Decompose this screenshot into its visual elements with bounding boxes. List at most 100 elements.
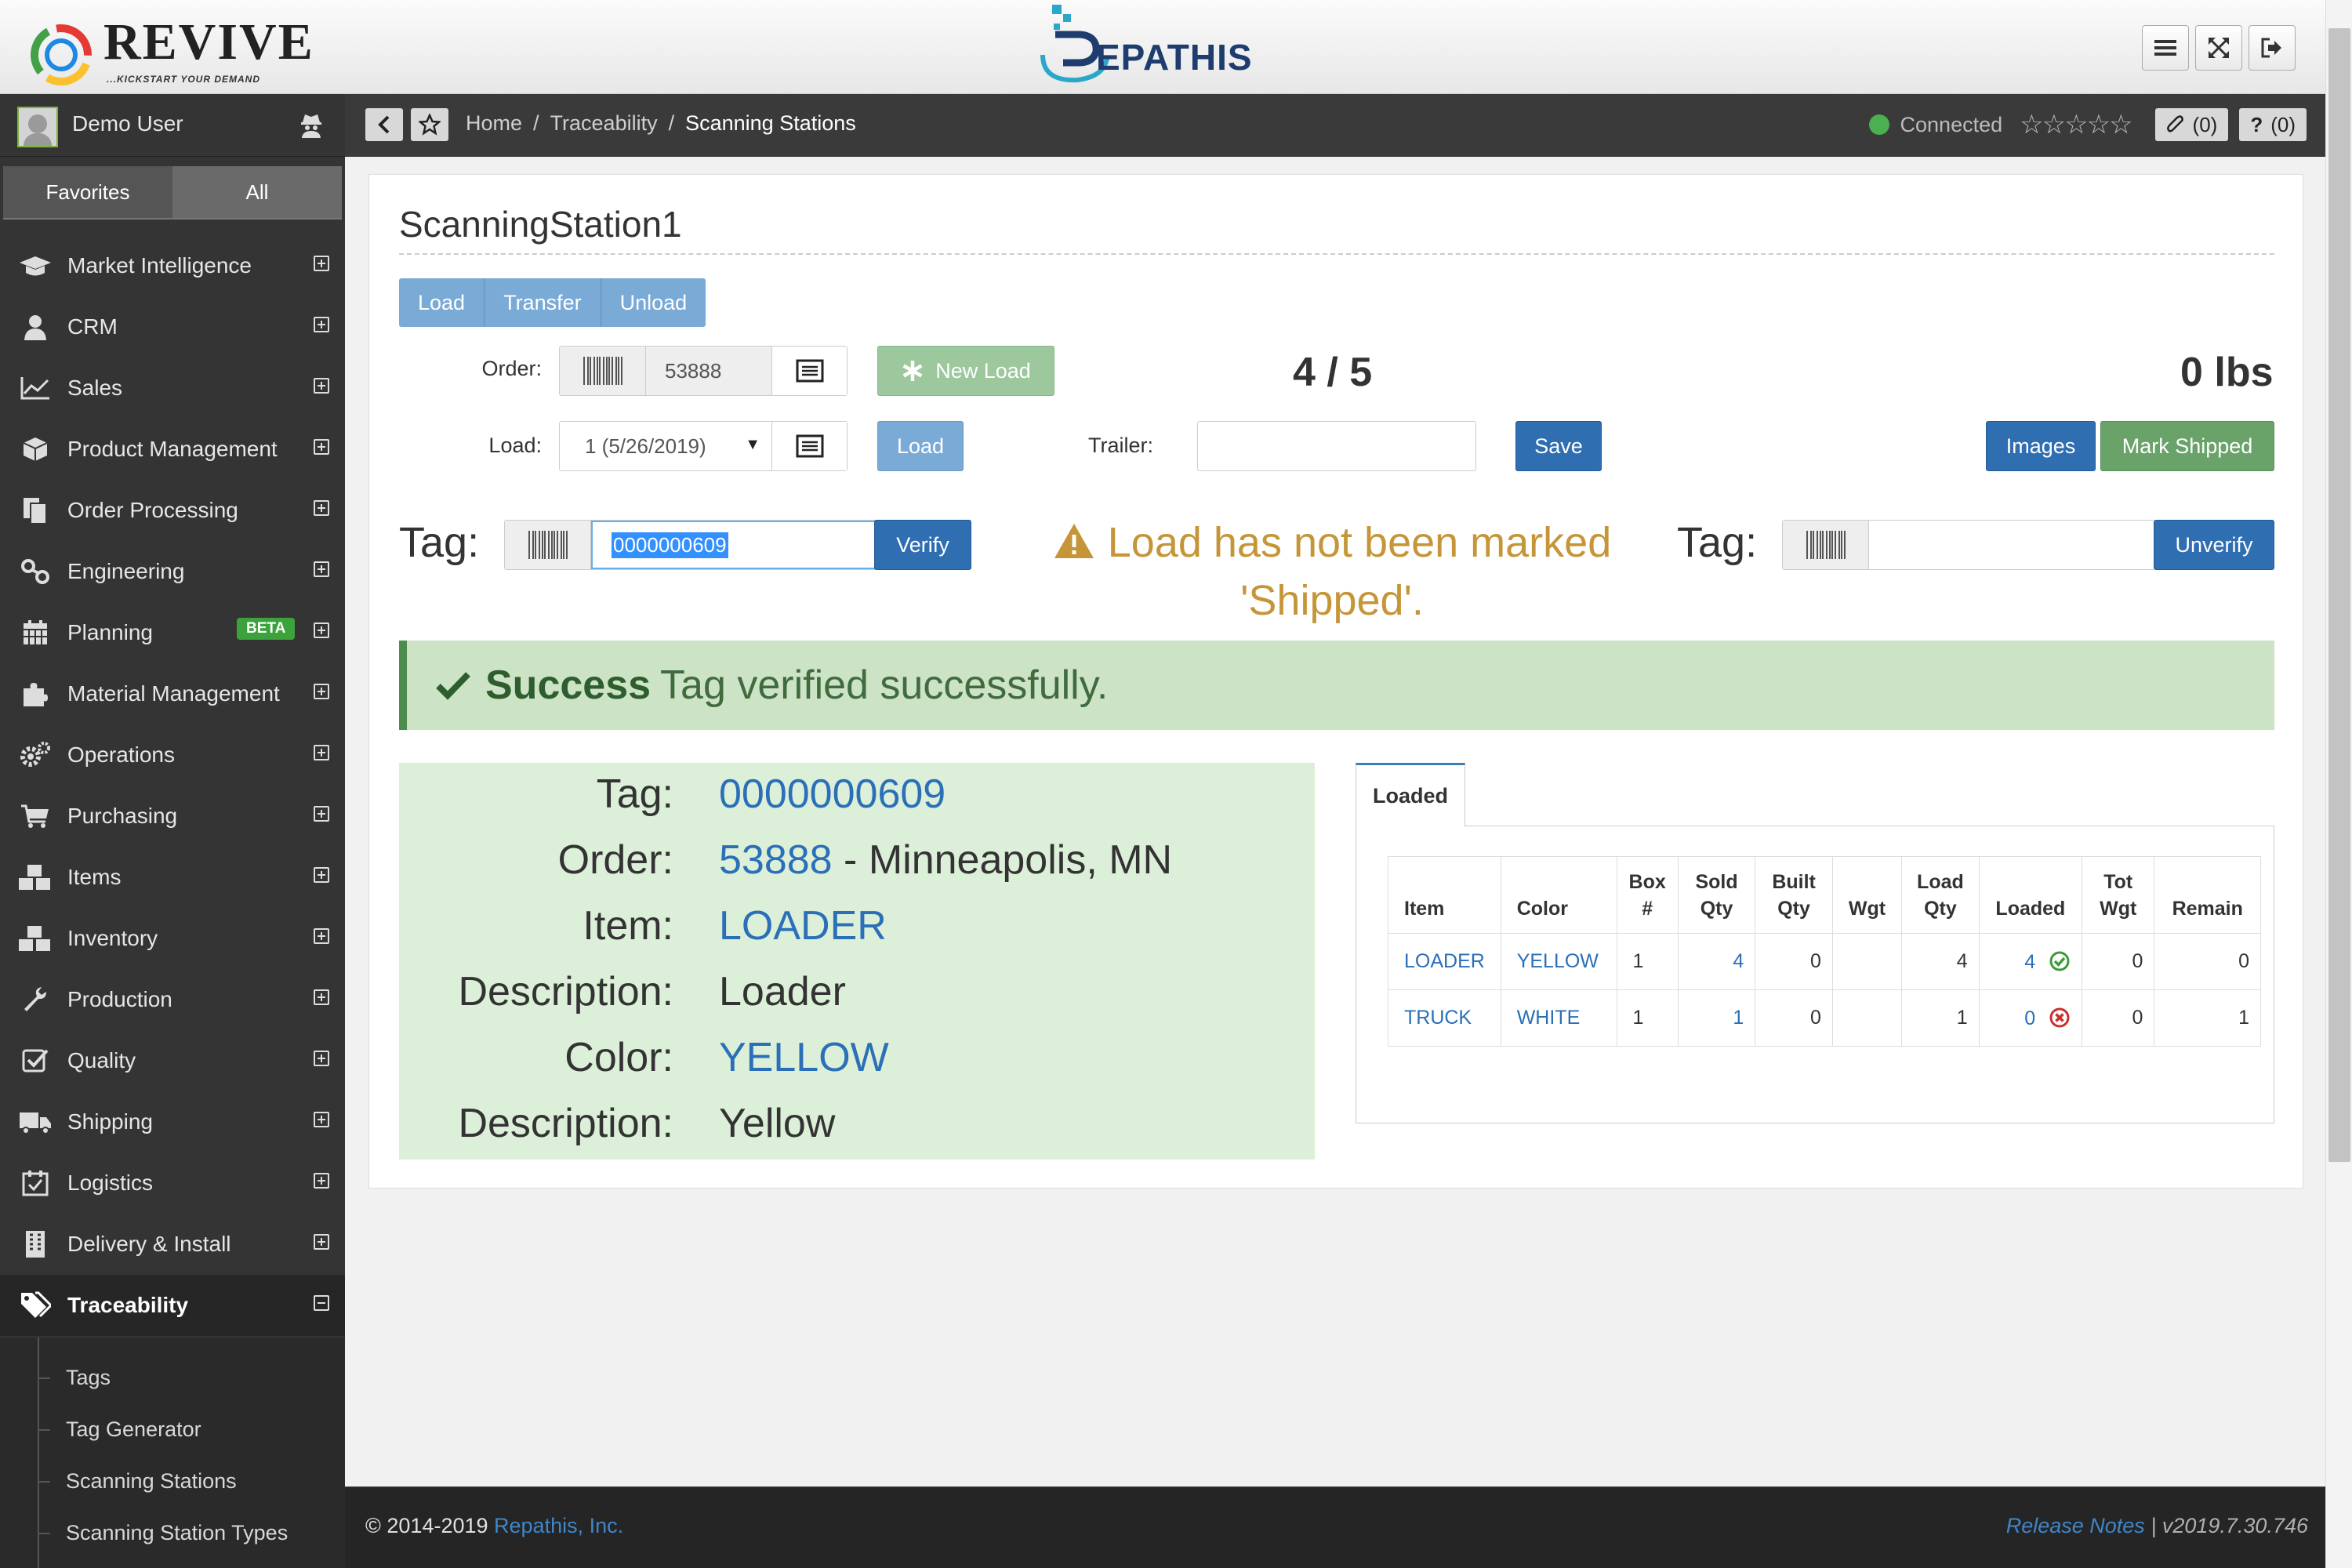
order-field[interactable]: 53888 (646, 347, 771, 395)
sidebar-item-delivery-install[interactable]: Delivery & Install (0, 1214, 345, 1275)
sidebar-item-market-intelligence[interactable]: Market Intelligence (0, 235, 345, 296)
sidebar-item-logistics[interactable]: Logistics (0, 1152, 345, 1214)
expand-icon[interactable] (314, 684, 329, 699)
help-button[interactable]: ? (0) (2239, 108, 2307, 141)
expand-icon[interactable] (314, 1173, 329, 1189)
verify-button[interactable]: Verify (874, 520, 971, 570)
tab-all[interactable]: All (172, 166, 342, 218)
page-scrollbar[interactable] (2325, 0, 2352, 1568)
mark-shipped-button[interactable]: Mark Shipped (2100, 421, 2274, 471)
detail-item-link[interactable]: LOADER (719, 902, 887, 949)
detail-color-link[interactable]: YELLOW (719, 1034, 889, 1081)
expand-icon[interactable] (314, 989, 329, 1005)
unverify-button[interactable]: Unverify (2154, 520, 2274, 570)
mode-transfer-button[interactable]: Transfer (485, 278, 601, 327)
expand-icon[interactable] (314, 928, 329, 944)
expand-icon[interactable] (314, 867, 329, 883)
detail-order-link[interactable]: 53888 (719, 837, 833, 883)
sidebar-item-order-processing[interactable]: Order Processing (0, 480, 345, 541)
expand-icon[interactable] (314, 500, 329, 516)
collapse-icon[interactable] (314, 1295, 329, 1311)
back-button[interactable] (365, 108, 403, 141)
sidebar-item-product-management[interactable]: Product Management (0, 419, 345, 480)
col-color[interactable]: Color (1500, 856, 1617, 934)
col-loaded[interactable]: Loaded (1978, 856, 2083, 934)
col-built-qty[interactable]: Built Qty (1755, 856, 1833, 934)
submenu-item-tag-generator[interactable]: Tag Generator (0, 1403, 345, 1455)
expand-icon[interactable] (314, 745, 329, 760)
tab-favorites[interactable]: Favorites (3, 166, 172, 218)
unverify-tag-input[interactable] (1869, 521, 2154, 569)
sidebar-item-material-management[interactable]: Material Management (0, 663, 345, 724)
logout-button[interactable] (2249, 25, 2296, 71)
sidebar-item-production[interactable]: Production (0, 969, 345, 1030)
release-notes-link[interactable]: Release Notes (2006, 1514, 2145, 1537)
loaded-count-link[interactable]: 0 (2024, 1007, 2035, 1029)
order-lookup-button[interactable] (771, 347, 847, 395)
col-load-qty[interactable]: Load Qty (1901, 856, 1980, 934)
rating-stars[interactable]: ☆☆☆☆☆ (2020, 109, 2132, 140)
cell-sold-qty[interactable]: 1 (1677, 989, 1756, 1047)
sidebar-item-items[interactable]: Items (0, 847, 345, 908)
col-box[interactable]: Box # (1616, 856, 1679, 934)
order-barcode-addon[interactable] (560, 347, 646, 395)
menu-toggle-button[interactable] (2142, 25, 2189, 71)
expand-icon[interactable] (314, 1112, 329, 1127)
breadcrumb-home[interactable]: Home (466, 111, 522, 136)
new-load-button[interactable]: New Load (877, 346, 1054, 396)
expand-icon[interactable] (314, 806, 329, 822)
mode-load-button[interactable]: Load (399, 278, 485, 327)
sidebar-item-purchasing[interactable]: Purchasing (0, 786, 345, 847)
expand-icon[interactable] (314, 1051, 329, 1066)
cell-color[interactable]: YELLOW (1500, 933, 1617, 990)
col-wgt[interactable]: Wgt (1831, 856, 1903, 934)
submenu-item-tags[interactable]: Tags (0, 1352, 345, 1403)
expand-icon[interactable] (314, 561, 329, 577)
user-profile[interactable]: Demo User (0, 94, 345, 157)
fullscreen-button[interactable] (2195, 25, 2242, 71)
company-link[interactable]: Repathis, Inc. (494, 1514, 623, 1537)
col-sold-qty[interactable]: Sold Qty (1677, 856, 1756, 934)
images-button[interactable]: Images (1986, 421, 2096, 471)
submenu-item-scanning-station-types[interactable]: Scanning Station Types (0, 1507, 345, 1559)
load-select[interactable]: 1 (5/26/2019) ▼ (560, 422, 771, 470)
revive-logo[interactable]: REVIVE ...KICKSTART YOUR DEMAND (17, 9, 315, 85)
tab-loaded[interactable]: Loaded (1356, 763, 1465, 827)
expand-icon[interactable] (314, 439, 329, 455)
cell-item[interactable]: LOADER (1388, 933, 1501, 990)
col-tot-wgt[interactable]: Tot Wgt (2082, 856, 2155, 934)
load-lookup-button[interactable] (771, 422, 847, 470)
expand-icon[interactable] (314, 256, 329, 271)
trailer-input[interactable] (1197, 421, 1476, 471)
sidebar-item-inventory[interactable]: Inventory (0, 908, 345, 969)
repathis-logo[interactable]: EPATHIS (1032, 0, 1298, 89)
detail-tag-link[interactable]: 0000000609 (719, 771, 946, 818)
loaded-count-link[interactable]: 4 (2024, 951, 2035, 973)
expand-icon[interactable] (314, 317, 329, 332)
favorite-button[interactable] (411, 108, 448, 141)
cell-color[interactable]: WHITE (1500, 989, 1617, 1047)
user-secret-icon[interactable] (299, 111, 323, 138)
expand-icon[interactable] (314, 378, 329, 394)
col-item[interactable]: Item (1388, 856, 1501, 934)
sidebar-item-planning[interactable]: Planning BETA (0, 602, 345, 663)
expand-icon[interactable] (314, 1234, 329, 1250)
cell-item[interactable]: TRUCK (1388, 989, 1501, 1047)
expand-icon[interactable] (314, 622, 329, 638)
verify-barcode-addon[interactable] (505, 521, 591, 569)
sidebar-item-engineering[interactable]: Engineering (0, 541, 345, 602)
sidebar-item-sales[interactable]: Sales (0, 358, 345, 419)
sidebar-item-quality[interactable]: Quality (0, 1030, 345, 1091)
save-button[interactable]: Save (1515, 421, 1602, 471)
sidebar-item-operations[interactable]: Operations (0, 724, 345, 786)
col-remain[interactable]: Remain (2154, 856, 2261, 934)
breadcrumb-traceability[interactable]: Traceability (550, 111, 658, 136)
submenu-item-scanning-stations[interactable]: Scanning Stations (0, 1455, 345, 1507)
scrollbar-thumb[interactable] (2328, 28, 2350, 1162)
unverify-barcode-addon[interactable] (1783, 521, 1869, 569)
sidebar-item-crm[interactable]: CRM (0, 296, 345, 358)
load-button[interactable]: Load (877, 421, 964, 471)
sidebar-item-shipping[interactable]: Shipping (0, 1091, 345, 1152)
attachments-button[interactable]: (0) (2154, 108, 2229, 141)
sidebar-item-traceability[interactable]: Traceability (0, 1275, 345, 1336)
